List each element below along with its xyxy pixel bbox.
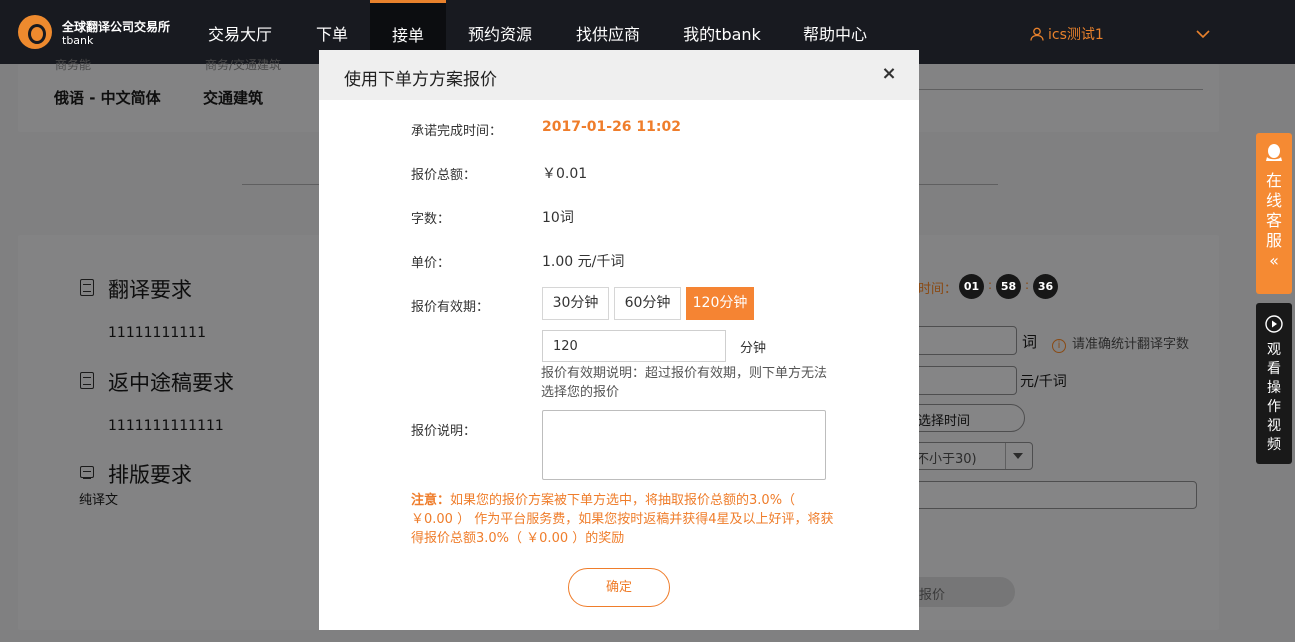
- countdown-sep: :: [988, 278, 993, 292]
- online-service-char: 线: [1265, 191, 1282, 210]
- deadline-value: 2017-01-26 11:02: [542, 119, 681, 135]
- remark-input[interactable]: [905, 481, 1197, 509]
- word-unit: 词: [1022, 333, 1038, 351]
- tbank-logo-icon[interactable]: [18, 15, 52, 49]
- modal-header: 使用下单方方案报价 ×: [319, 50, 919, 100]
- countdown-label: 时间：: [918, 282, 958, 297]
- countdown-seconds: 36: [1033, 274, 1058, 299]
- validity-note: 报价有效期说明：超过报价有效期，则下单方无法选择您的报价: [541, 366, 828, 400]
- warning-text: 如果您的报价方案被下单方选中，将抽取报价总额的3.0%（ ￥0.00 ） 作为平…: [411, 493, 834, 546]
- confirm-button[interactable]: 确定: [568, 568, 670, 607]
- faded-text-1: 商务能: [55, 58, 92, 72]
- brand-sub[interactable]: tbank: [62, 34, 93, 47]
- translation-req-value: 11111111111: [108, 325, 206, 341]
- user-menu[interactable]: ics测试1: [1030, 24, 1104, 44]
- validity-option-30[interactable]: 30分钟: [542, 287, 609, 320]
- quote-modal: 使用下单方方案报价 × 承诺完成时间： 2017-01-26 11:02 报价总…: [319, 50, 919, 630]
- word-count-input[interactable]: [905, 326, 1017, 355]
- layout-icon: [80, 466, 94, 479]
- watch-tutorial-char: 观: [1267, 342, 1281, 358]
- watch-tutorial-tab[interactable]: 观 看 操 作 视 频: [1256, 303, 1292, 464]
- online-service-text: 在 线 客 服 «: [1256, 171, 1292, 271]
- document-icon: [80, 279, 94, 296]
- warning-prefix: 注意：: [411, 493, 451, 508]
- validity-label: 报价有效期：: [411, 300, 490, 315]
- words-value: 10词: [542, 210, 574, 226]
- unit-price-value: 1.00 元/千词: [542, 254, 625, 270]
- price-unit: 元/千词: [1020, 374, 1067, 390]
- translation-req-title: 翻译要求: [108, 278, 192, 302]
- online-service-tab[interactable]: 在 线 客 服 «: [1256, 133, 1292, 294]
- countdown-hours: 01: [959, 274, 984, 299]
- online-service-char: 在: [1265, 171, 1282, 190]
- watch-tutorial-char: 作: [1267, 399, 1281, 415]
- watch-tutorial-char: 视: [1267, 418, 1281, 434]
- deadline-label: 承诺完成时间：: [411, 124, 503, 139]
- minutes-unit: 分钟: [740, 341, 767, 356]
- language-pair: 俄语 - 中文简体: [54, 89, 161, 107]
- play-icon: [1265, 315, 1283, 333]
- validity-select-value: 不小于30): [916, 452, 977, 467]
- document-icon: [80, 372, 94, 389]
- qq-icon: [1266, 144, 1282, 161]
- caret-down-icon[interactable]: [1012, 452, 1024, 460]
- validity-option-60[interactable]: 60分钟: [614, 287, 681, 320]
- quote-label: 报价: [919, 588, 946, 603]
- online-service-char: 服: [1265, 231, 1282, 250]
- online-service-char: 客: [1265, 211, 1282, 230]
- username: ics测试1: [1048, 27, 1104, 43]
- words-label: 字数：: [411, 212, 451, 227]
- watch-tutorial-char: 看: [1267, 361, 1281, 377]
- midway-req-value: 1111111111111: [108, 418, 224, 434]
- midway-req-title: 返中途稿要求: [108, 371, 234, 395]
- divider: [1005, 443, 1006, 469]
- watch-tutorial-text: 观 看 操 作 视 频: [1256, 341, 1292, 455]
- select-time-label: 选择时间: [918, 414, 971, 429]
- fee-warning: 注意：如果您的报价方案被下单方选中，将抽取报价总额的3.0%（ ￥0.00 ） …: [411, 491, 841, 548]
- user-icon: [1030, 27, 1044, 41]
- watch-tutorial-char: 频: [1267, 437, 1281, 453]
- modal-title: 使用下单方方案报价: [344, 70, 497, 90]
- divider: [918, 89, 1203, 90]
- watch-tutorial-char: 操: [1267, 380, 1281, 396]
- brand-name[interactable]: 全球翻译公司交易所: [62, 18, 170, 35]
- word-tip: i 请准确统计翻译字数: [1052, 333, 1189, 353]
- remark-label: 报价说明：: [411, 424, 477, 439]
- unit-price-label: 单价：: [411, 256, 451, 271]
- field-name: 交通建筑: [203, 89, 264, 107]
- remark-textarea[interactable]: [542, 410, 826, 480]
- layout-req-value: 纯译文: [79, 493, 119, 508]
- countdown-minutes: 58: [996, 274, 1021, 299]
- layout-req-title: 排版要求: [108, 463, 192, 487]
- countdown-sep: :: [1025, 278, 1030, 292]
- total-label: 报价总额：: [411, 168, 477, 183]
- total-value: ￥0.01: [542, 166, 588, 182]
- nav-trading-hall[interactable]: 交易大厅: [190, 0, 290, 64]
- validity-option-120[interactable]: 120分钟: [686, 287, 754, 320]
- chevron-down-icon[interactable]: [1195, 26, 1211, 42]
- close-icon[interactable]: ×: [881, 65, 897, 83]
- validity-minutes-input[interactable]: [542, 330, 726, 362]
- unit-price-input[interactable]: [905, 366, 1017, 395]
- double-chevron-left-icon: «: [1269, 251, 1279, 270]
- info-icon: i: [1052, 339, 1066, 353]
- word-tip-text: 请准确统计翻译字数: [1072, 337, 1190, 352]
- faded-text-2: 商务/交通建筑: [205, 58, 282, 72]
